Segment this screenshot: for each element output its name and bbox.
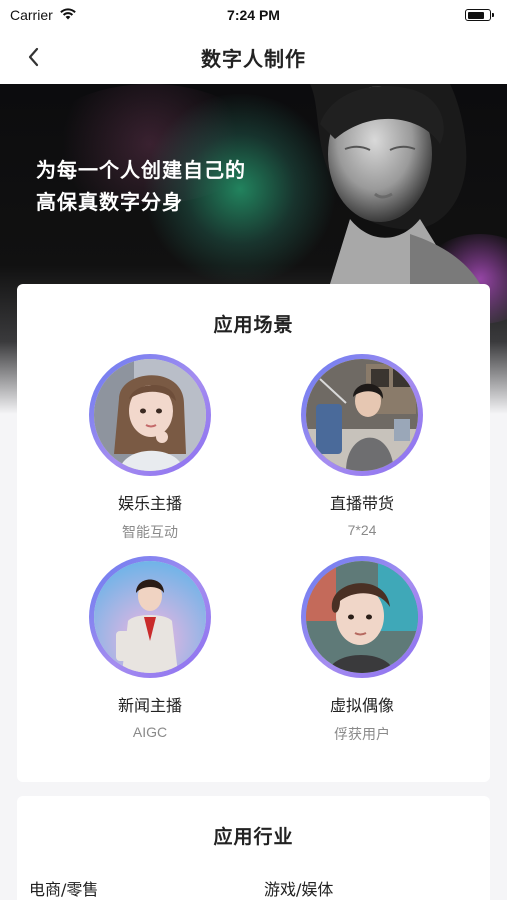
scene-live-commerce[interactable]: 直播带货 7*24 — [282, 354, 442, 538]
industry-card: 应用行业 电商/零售 游戏/娱体 — [17, 796, 490, 900]
scene-label: 直播带货 — [329, 494, 394, 513]
hero-portrait-image — [310, 84, 480, 284]
scene-sublabel: 7*24 — [347, 522, 377, 538]
nav-bar: 数字人制作 — [0, 30, 507, 84]
page-title: 数字人制作 — [201, 46, 306, 71]
scene-virtual-idol[interactable]: 虚拟偶像 俘获用户 — [282, 556, 442, 744]
hero-line-1: 为每一个人创建自己的 — [36, 158, 246, 182]
scene-entertainment-anchor[interactable]: 娱乐主播 智能互动 — [70, 354, 230, 542]
scene-label: 新闻主播 — [117, 696, 182, 715]
scenes-card: 应用场景 娱乐主播 智能互动 直播带货 7*24 新闻主播 AIGC 虚拟偶像 … — [17, 284, 490, 782]
scene-sublabel: 智能互动 — [122, 524, 178, 540]
scene-sublabel: 俘获用户 — [334, 726, 390, 742]
battery-fill — [467, 11, 485, 19]
industry-item-gaming[interactable]: 游戏/娱体 — [264, 876, 333, 900]
wifi-icon — [59, 7, 77, 23]
status-bar: Carrier 7:24 PM — [0, 0, 507, 30]
hero-line-2: 高保真数字分身 — [36, 190, 183, 214]
avatar — [306, 561, 418, 673]
scene-news-anchor[interactable]: 新闻主播 AIGC — [70, 556, 230, 740]
status-left: Carrier — [10, 7, 77, 23]
avatar-ring — [89, 354, 211, 476]
avatar — [94, 359, 206, 471]
avatar-ring — [301, 556, 423, 678]
industry-item-ecommerce[interactable]: 电商/零售 — [29, 876, 98, 900]
carrier-label: Carrier — [10, 7, 53, 23]
avatar — [94, 561, 206, 673]
battery-icon — [465, 9, 494, 21]
scene-sublabel: AIGC — [132, 724, 168, 740]
hero-headline: 为每一个人创建自己的 高保真数字分身 — [36, 154, 246, 218]
scenes-title: 应用场景 — [213, 314, 294, 336]
avatar-ring — [89, 556, 211, 678]
avatar — [306, 359, 418, 471]
scene-label: 娱乐主播 — [117, 494, 182, 513]
chevron-left-icon — [28, 47, 39, 67]
back-button[interactable] — [18, 42, 48, 72]
industry-title: 应用行业 — [213, 826, 294, 848]
avatar-ring — [301, 354, 423, 476]
scene-label: 虚拟偶像 — [329, 696, 394, 715]
